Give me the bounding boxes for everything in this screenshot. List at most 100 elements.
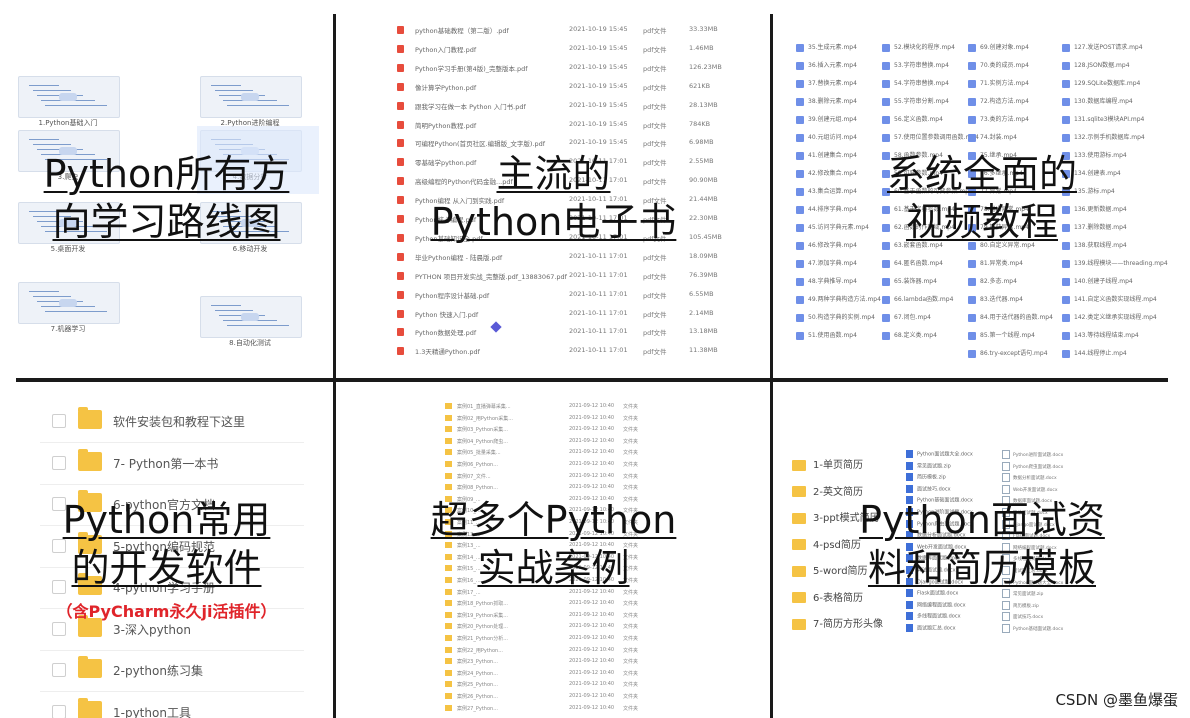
video-file-row[interactable]: 38.删除元素.mp4 — [796, 96, 857, 108]
software-folder-row[interactable]: 2-python练习集 — [40, 650, 304, 692]
video-file-row[interactable]: 65.装饰器.mp4 — [882, 276, 937, 288]
roadmap-thumbnail[interactable] — [200, 202, 302, 244]
video-file-row[interactable]: 71.实例方法.mp4 — [968, 78, 1029, 90]
video-file-row[interactable]: 70.类的成员.mp4 — [968, 60, 1029, 72]
interview-doc-row[interactable]: Flask面试题.docx — [906, 589, 958, 601]
resume-folder-row[interactable]: 6-表格简历 — [792, 589, 863, 609]
video-file-row[interactable]: 138.获取线程.mp4 — [1062, 240, 1127, 252]
resume-folder-row[interactable]: 1-单页简历 — [792, 456, 863, 476]
interview-doc-row-right[interactable]: Python进阶面试题.docx — [1002, 450, 1063, 462]
interview-doc-row[interactable]: Python面试题大全.docx — [906, 450, 973, 462]
interview-doc-row[interactable]: 简历模板.zip — [906, 473, 946, 485]
video-file-row[interactable]: 82.多态.mp4 — [968, 276, 1017, 288]
interview-doc-row-right[interactable]: 网络编程面试题.docx — [1002, 542, 1057, 555]
video-file-row[interactable]: 129.SQLite数据库.mp4 — [1062, 78, 1140, 90]
row-checkbox[interactable] — [52, 704, 66, 718]
interview-doc-row[interactable]: Python爬虫面试题.docx — [906, 519, 973, 532]
video-file-row[interactable]: 37.替换元素.mp4 — [796, 78, 857, 90]
video-file-row[interactable]: 83.迭代器.mp4 — [968, 294, 1023, 306]
interview-doc-row[interactable]: 数据分析面试题.docx — [906, 531, 966, 543]
video-file-row[interactable]: 41.创建集合.mp4 — [796, 150, 857, 162]
interview-doc-row-right[interactable]: 面试题汇总.docx — [1002, 566, 1048, 578]
video-file-row[interactable]: 131.sqlite3模块API.mp4 — [1062, 114, 1144, 126]
roadmap-thumbnail[interactable] — [18, 202, 120, 244]
roadmap-thumbnail[interactable] — [18, 130, 120, 172]
video-file-row[interactable]: 40.元组访问.mp4 — [796, 132, 857, 144]
video-file-row[interactable]: 132.示例手机数据库.mp4 — [1062, 132, 1145, 144]
software-folder-row[interactable]: 7- Python第一本书 — [40, 443, 304, 485]
video-file-row[interactable]: 64.匿名函数.mp4 — [882, 258, 943, 270]
video-file-row[interactable]: 127.发送POST请求.mp4 — [1062, 42, 1143, 54]
video-file-row[interactable]: 56.定义函数.mp4 — [882, 114, 943, 126]
resume-folder-row[interactable]: 3-ppt模式简历 — [792, 509, 880, 529]
video-file-row[interactable]: 74.封装.mp4 — [968, 132, 1017, 144]
interview-doc-row-right[interactable]: 数据分析面试题.docx — [1002, 473, 1057, 485]
row-checkbox[interactable] — [52, 414, 66, 428]
interview-doc-row-right[interactable]: 算法面试题.docx — [1002, 508, 1048, 520]
interview-doc-row[interactable]: Django面试题.docx — [906, 577, 963, 590]
video-file-row[interactable]: 57.使用位置参数调用函数.mp4 — [882, 132, 979, 144]
video-file-row[interactable]: 141.自定义函数实现线程.mp4 — [1062, 294, 1157, 306]
video-file-row[interactable]: 68.定义类.mp4 — [882, 330, 937, 342]
video-file-row[interactable]: 135.游标.mp4 — [1062, 186, 1115, 198]
video-file-row[interactable]: 60.基于函数的可变参数.mp4 — [882, 186, 973, 198]
row-checkbox[interactable] — [52, 621, 66, 636]
resume-folder-row[interactable]: 2-英文简历 — [792, 483, 863, 503]
row-checkbox[interactable] — [52, 663, 66, 677]
video-file-row[interactable]: 46.修改字典.mp4 — [796, 240, 857, 252]
interview-doc-row-right[interactable]: Python基础面试题.docx — [1002, 624, 1063, 636]
video-file-row[interactable]: 48.字典推导.mp4 — [796, 276, 857, 288]
interview-doc-row[interactable]: 算法面试题.docx — [906, 566, 956, 578]
video-file-row[interactable]: 35.生成元素.mp4 — [796, 42, 857, 54]
video-file-row[interactable]: 77.异常.mp4 — [968, 186, 1017, 198]
software-folder-row[interactable]: 6-python官方文档 — [40, 484, 304, 526]
interview-doc-row-right[interactable]: Python爬虫面试题.docx — [1002, 461, 1063, 474]
interview-doc-row[interactable]: 数据库面试题.docx — [906, 554, 961, 566]
video-file-row[interactable]: 75.继承.mp4 — [968, 150, 1017, 162]
video-file-row[interactable]: 43.集合运算.mp4 — [796, 186, 857, 198]
roadmap-thumbnail[interactable] — [200, 296, 302, 338]
resume-folder-row[interactable]: 4-psd简历 — [792, 536, 861, 556]
row-checkbox[interactable] — [52, 538, 66, 553]
video-file-row[interactable]: 54.字符串替换.mp4 — [882, 78, 949, 90]
video-file-row[interactable]: 45.访问字典元素.mp4 — [796, 222, 869, 234]
video-file-row[interactable]: 39.创建元组.mp4 — [796, 114, 857, 126]
interview-doc-row[interactable]: 多线程面试题.docx — [906, 612, 961, 624]
video-file-row[interactable]: 85.第一个线程.mp4 — [968, 330, 1035, 342]
interview-doc-row[interactable]: Web开发面试题.docx — [906, 542, 966, 555]
interview-doc-row[interactable]: 面试技巧.docx — [906, 484, 951, 497]
video-file-row[interactable]: 73.类的方法.mp4 — [968, 114, 1029, 126]
resume-folder-row[interactable]: 5-word简历 — [792, 562, 868, 582]
video-file-row[interactable]: 136.更新数据.mp4 — [1062, 204, 1127, 216]
video-file-row[interactable]: 137.删除数据.mp4 — [1062, 222, 1127, 234]
interview-doc-row-right[interactable]: 简历模板.zip — [1002, 600, 1039, 613]
interview-doc-row[interactable]: Python基础面试题.docx — [906, 496, 973, 508]
interview-doc-row-right[interactable]: 常见面试题.zip — [1002, 589, 1043, 601]
video-file-row[interactable]: 139.线程模块——threading.mp4 — [1062, 258, 1168, 270]
video-file-row[interactable]: 53.字符串替换.mp4 — [882, 60, 949, 72]
interview-doc-row-right[interactable]: Python面试题大全.docx — [1002, 577, 1063, 590]
video-file-row[interactable]: 50.构造字典的实例.mp4 — [796, 312, 875, 324]
software-folder-row[interactable]: 软件安装包和教程下这里 — [40, 401, 304, 443]
roadmap-thumbnail[interactable] — [18, 76, 120, 118]
video-file-row[interactable]: 144.线程停止.mp4 — [1062, 348, 1127, 360]
video-file-row[interactable]: 72.构造方法.mp4 — [968, 96, 1029, 108]
video-file-row[interactable]: 67.闭包.mp4 — [882, 312, 931, 324]
video-file-row[interactable]: 36.插入元素.mp4 — [796, 60, 857, 72]
video-file-row[interactable]: 66.lambda函数.mp4 — [882, 294, 953, 306]
video-file-row[interactable]: 44.排序字典.mp4 — [796, 204, 857, 216]
interview-doc-row-right[interactable]: 面试技巧.docx — [1002, 612, 1043, 624]
video-file-row[interactable]: 79.捕获异常.mp4 — [968, 222, 1029, 234]
video-file-row[interactable]: 81.异常类.mp4 — [968, 258, 1023, 270]
video-file-row[interactable]: 55.字符串分割.mp4 — [882, 96, 949, 108]
video-file-row[interactable]: 62.函数的作用域.mp4 — [882, 222, 955, 234]
roadmap-thumbnail[interactable] — [18, 282, 120, 324]
video-file-row[interactable]: 52.模块化的程序.mp4 — [882, 42, 955, 54]
video-file-row[interactable]: 80.自定义异常.mp4 — [968, 240, 1035, 252]
interview-doc-row-right[interactable]: Django面试题.docx — [1002, 519, 1055, 532]
video-file-row[interactable]: 84.用于迭代器的函数.mp4 — [968, 312, 1053, 324]
interview-doc-row[interactable]: 面试题汇总.docx — [906, 624, 956, 636]
video-file-row[interactable]: 69.创建对象.mp4 — [968, 42, 1029, 54]
video-file-row[interactable]: 63.嵌套函数.mp4 — [882, 240, 943, 252]
video-file-row[interactable]: 61.基于字典参数.mp4 — [882, 204, 955, 216]
